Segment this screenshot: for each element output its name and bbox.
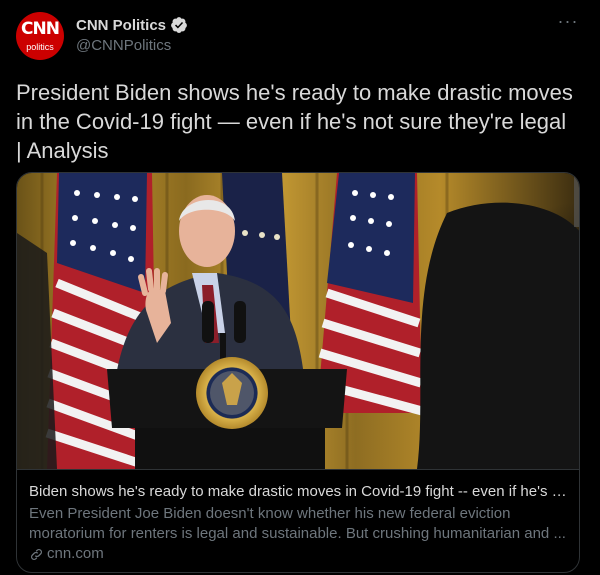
name-row: CNN Politics [76,15,188,35]
card-info[interactable]: Biden shows he's ready to make drastic m… [17,469,579,572]
link-card[interactable]: Biden shows he's ready to make drastic m… [16,172,580,573]
card-domain-row[interactable]: cnn.com [29,544,569,564]
tweet-text: President Biden shows he's ready to make… [16,80,573,163]
card-image[interactable] [17,173,580,469]
link-icon [31,548,42,560]
card-title[interactable]: Biden shows he's ready to make drastic m… [29,482,569,502]
card-domain[interactable]: cnn.com [47,544,104,564]
verified-badge-icon [171,17,187,33]
avatar-logo: CNN [21,19,60,39]
avatar[interactable]: CNN politics [16,12,64,60]
card-description: Even President Joe Biden doesn't know wh… [29,505,566,542]
more-horizontal-icon[interactable]: ··· [556,12,580,34]
display-name[interactable]: CNN Politics [76,17,166,34]
account-handle[interactable]: @CNNPolitics [76,37,171,54]
tweet-header: CNN politics CNN Politics @CNNPolitics ·… [16,12,584,60]
avatar-sublabel: politics [26,42,54,52]
